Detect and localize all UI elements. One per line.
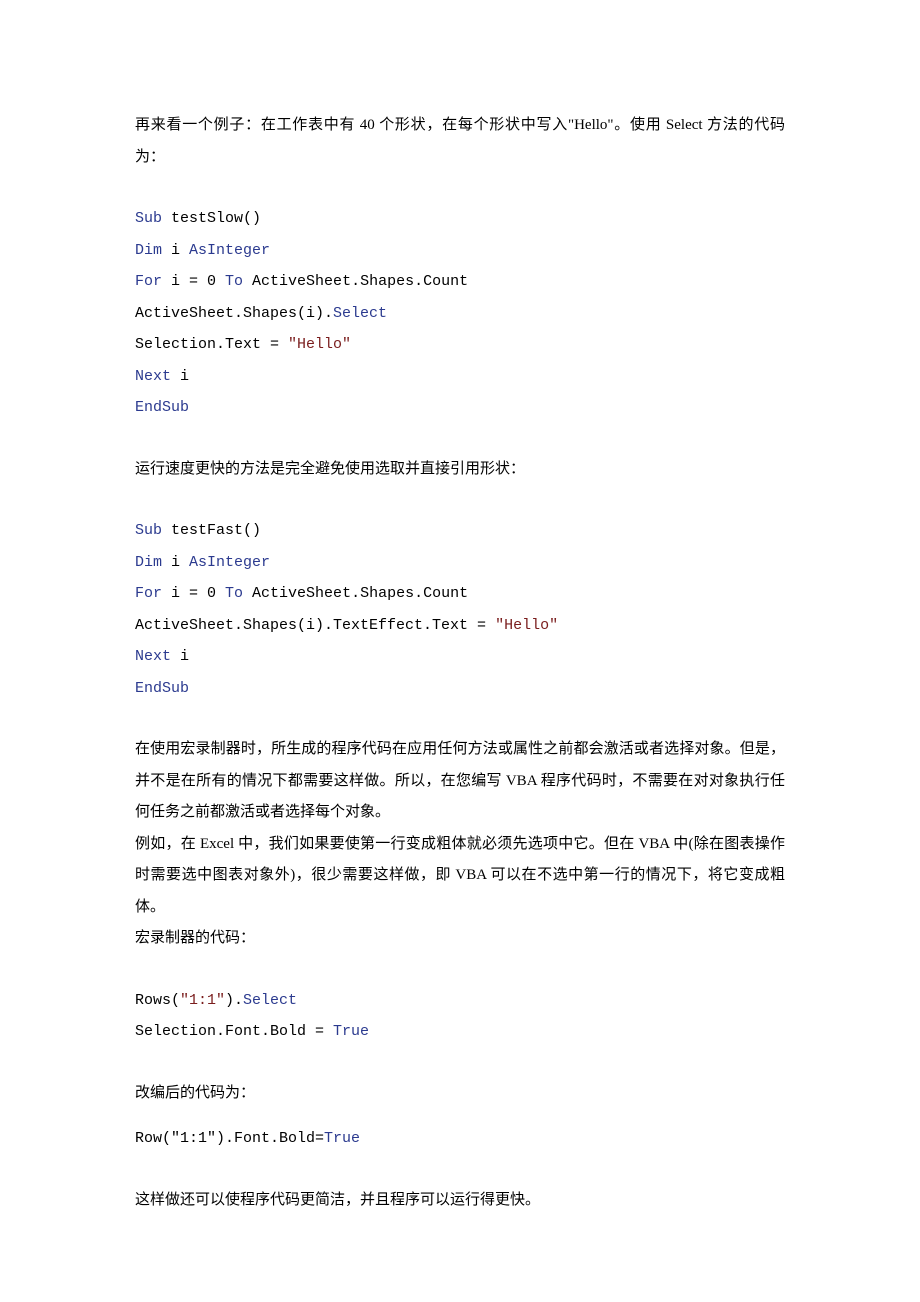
code-keyword: For [135,585,162,602]
code-string: "Hello" [495,617,558,634]
code-keyword: Next [135,648,171,665]
paragraph-4: 例如，在 Excel 中，我们如果要使第一行变成粗体就必须先选项中它。但在 VB… [135,829,785,924]
code-text: Row("1:1").Font.Bold= [135,1130,324,1147]
code-text: i [162,554,189,571]
code-text: Selection.Font.Bold = [135,1023,333,1040]
paragraph-2: 运行速度更快的方法是完全避免使用选取并直接引用形状： [135,454,785,486]
code-string: "1:1" [180,992,225,1009]
code-text: ActiveSheet.Shapes.Count [243,273,468,290]
code-keyword: AsInteger [189,554,270,571]
code-text: i [162,242,189,259]
paragraph-1: 再来看一个例子：在工作表中有 40 个形状，在每个形状中写入"Hello"。使用… [135,110,785,173]
code-text: Rows( [135,992,180,1009]
code-string: "Hello" [288,336,351,353]
code-keyword: EndSub [135,680,189,697]
code-text: Selection.Text = [135,336,288,353]
code-keyword: To [225,585,243,602]
paragraph-7: 这样做还可以使程序代码更简洁，并且程序可以运行得更快。 [135,1185,785,1217]
code-text: i [171,648,189,665]
code-text: testSlow() [162,210,261,227]
code-keyword: Next [135,368,171,385]
paragraph-3: 在使用宏录制器时，所生成的程序代码在应用任何方法或属性之前都会激活或者选择对象。… [135,734,785,829]
code-keyword: EndSub [135,399,189,416]
code-block-1: Sub testSlow() Dim i AsInteger For i = 0… [135,203,785,424]
code-text: ). [225,992,243,1009]
code-keyword: Select [243,992,297,1009]
code-keyword: Sub [135,522,162,539]
code-block-3: Rows("1:1").Select Selection.Font.Bold =… [135,985,785,1048]
code-text: i = 0 [162,585,225,602]
code-text: i = 0 [162,273,225,290]
code-keyword: Dim [135,242,162,259]
paragraph-5: 宏录制器的代码： [135,923,785,955]
code-keyword: True [333,1023,369,1040]
code-text: i [171,368,189,385]
code-text: testFast() [162,522,261,539]
code-block-2: Sub testFast() Dim i AsInteger For i = 0… [135,515,785,704]
code-keyword: Sub [135,210,162,227]
code-text: ActiveSheet.Shapes(i). [135,305,333,322]
code-keyword: AsInteger [189,242,270,259]
code-keyword: True [324,1130,360,1147]
code-keyword: To [225,273,243,290]
code-keyword: Select [333,305,387,322]
code-text: ActiveSheet.Shapes.Count [243,585,468,602]
code-keyword: For [135,273,162,290]
code-text: ActiveSheet.Shapes(i).TextEffect.Text = [135,617,495,634]
paragraph-6: 改编后的代码为： [135,1078,785,1110]
code-block-4: Row("1:1").Font.Bold=True [135,1123,785,1155]
code-keyword: Dim [135,554,162,571]
